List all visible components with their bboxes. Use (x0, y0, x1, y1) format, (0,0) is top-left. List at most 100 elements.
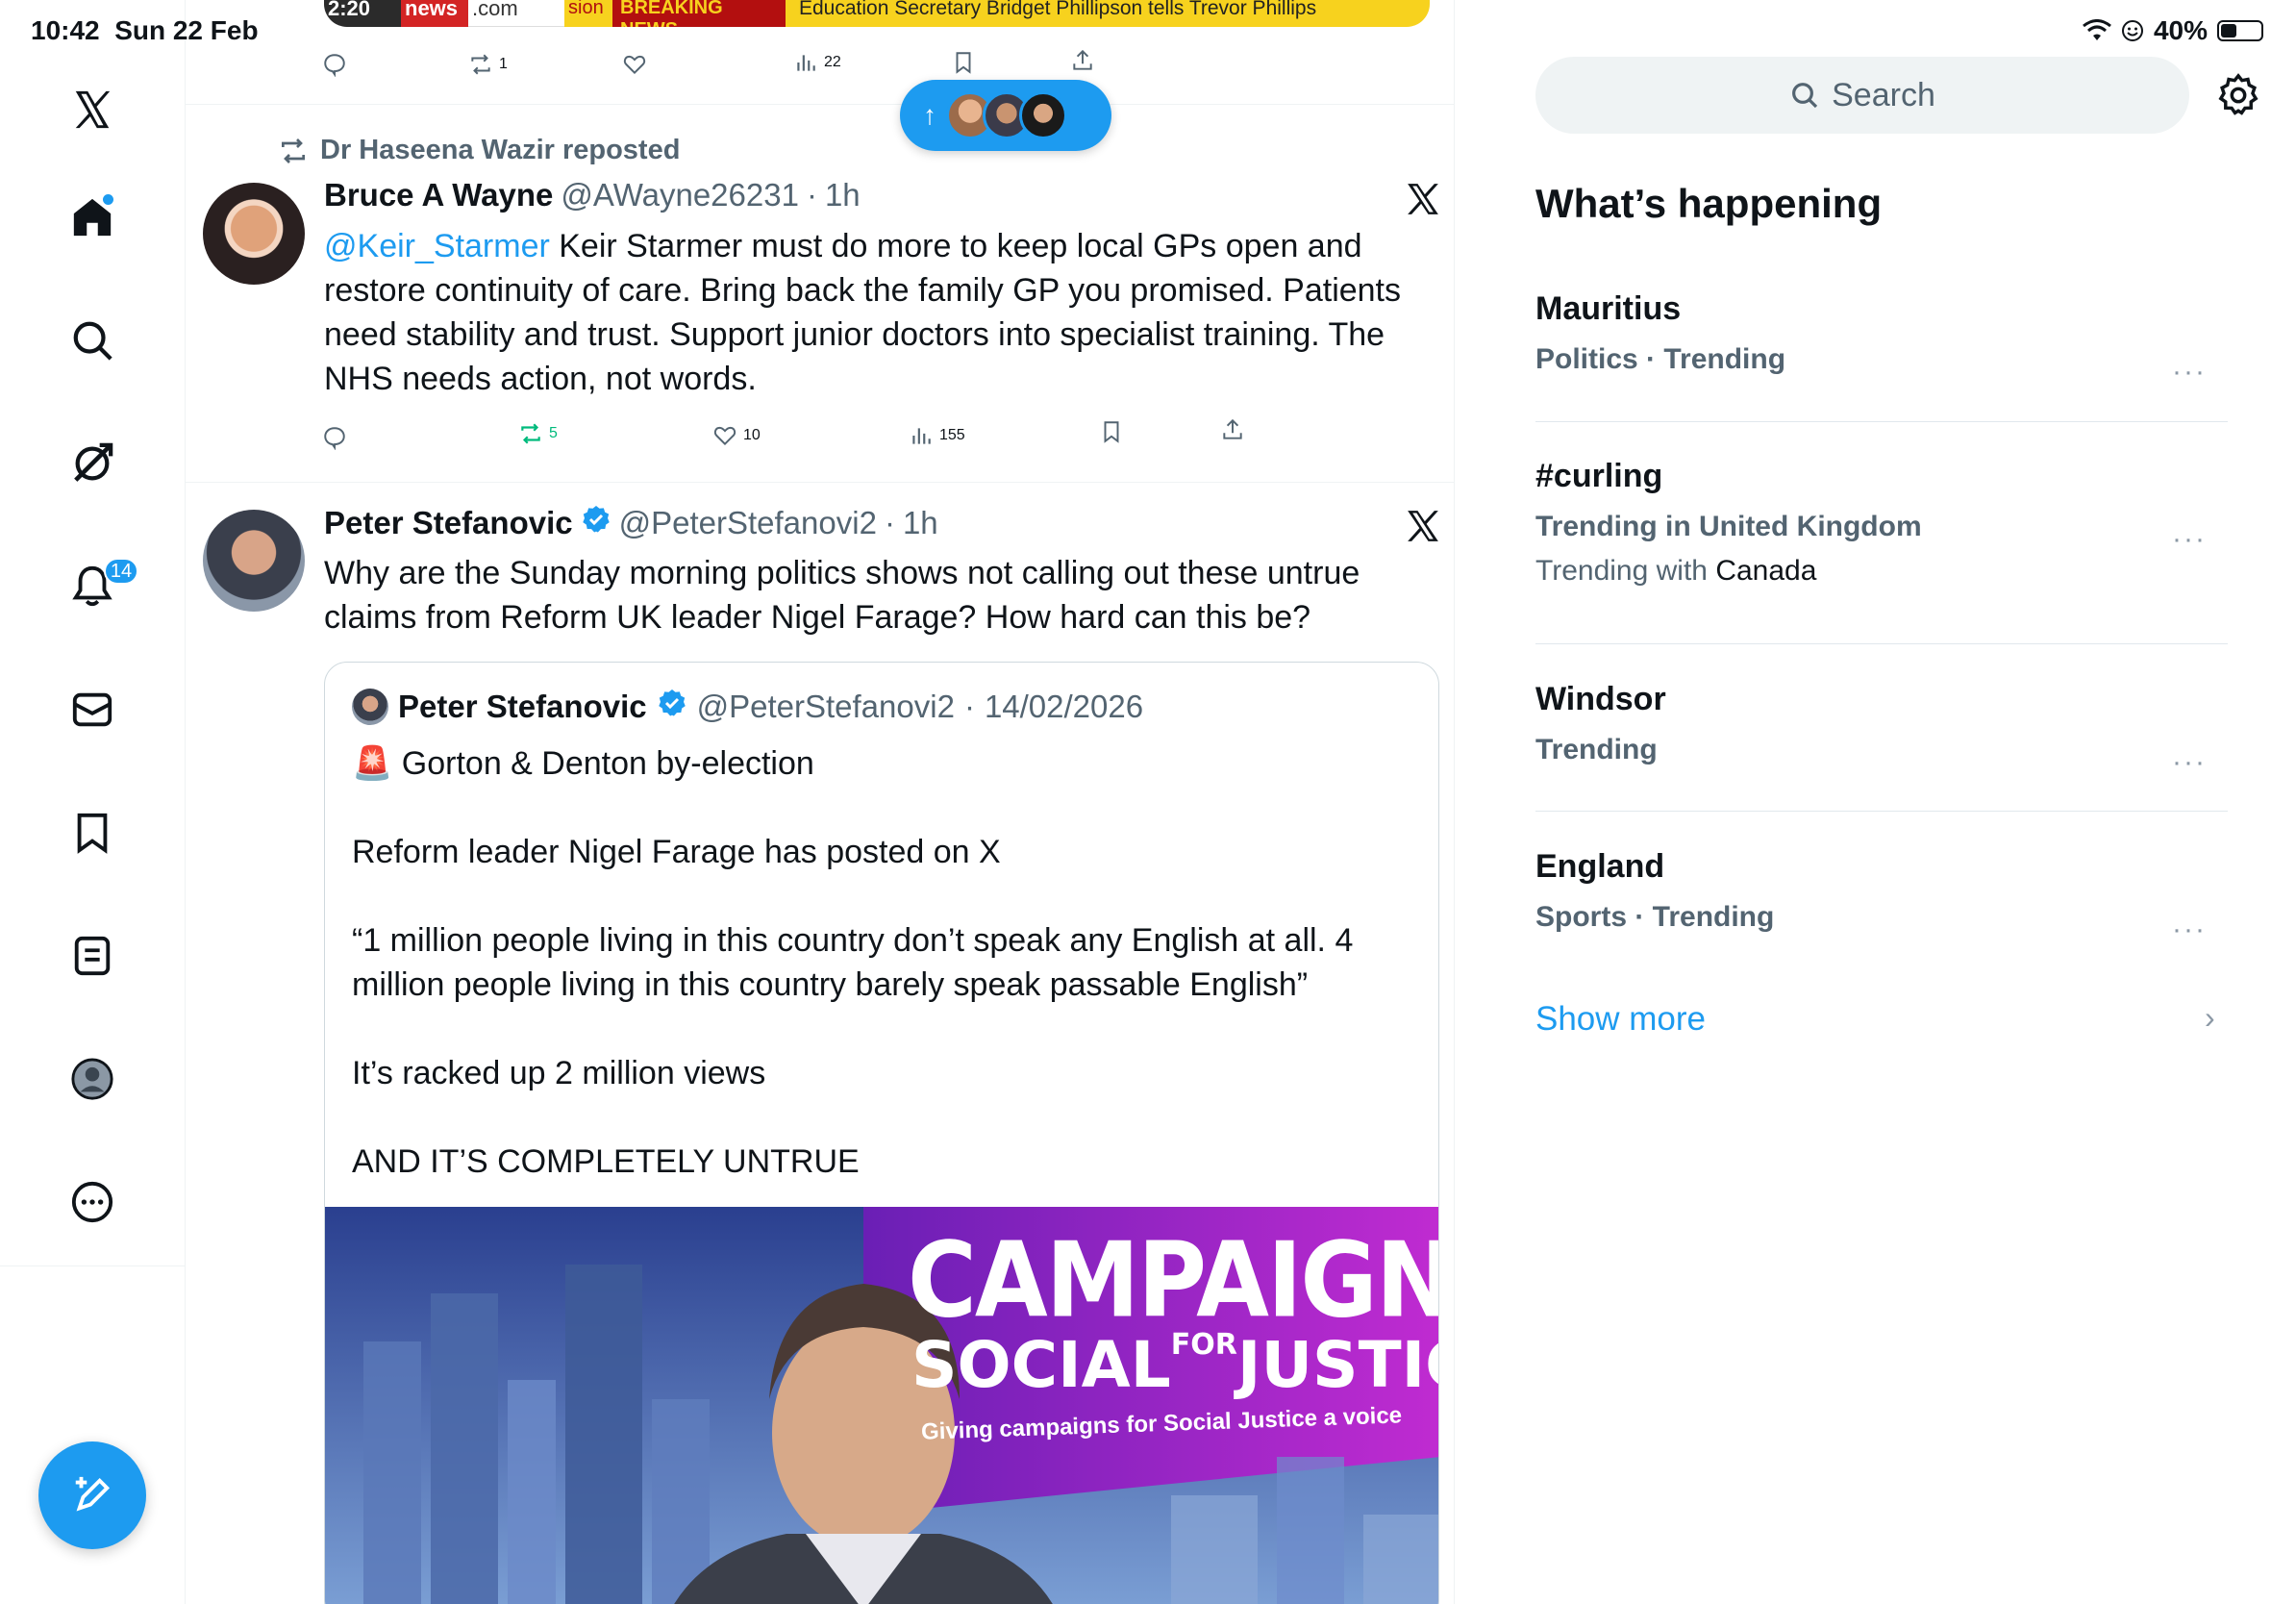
repost-icon (521, 423, 540, 444)
quote-author-name: Peter Stefanovic (398, 689, 647, 724)
share-button[interactable] (1220, 417, 1245, 442)
battery-percent: 40% (2153, 15, 2208, 45)
x-logo-icon (1408, 511, 1438, 541)
repost-attribution[interactable]: Dr Haseena Wazir reposted (278, 135, 680, 166)
quote-line: Reform leader Nigel Farage has posted on… (352, 834, 1001, 870)
search-input[interactable]: Search (1535, 57, 2189, 134)
verified-badge-icon (657, 688, 687, 726)
home-icon[interactable] (63, 188, 121, 246)
focus-smiley-icon (2121, 20, 2143, 41)
tweet-text: Why are the Sunday morning politics show… (324, 555, 1360, 636)
like-count: 10 (743, 427, 761, 443)
more-options-icon[interactable] (63, 1173, 121, 1231)
trend-with: Trending with Canada (1535, 555, 1817, 587)
quote-video-thumbnail[interactable]: CAMPAIGN SOCIALFORJUSTICE Giving campaig… (325, 1207, 1438, 1604)
lists-icon[interactable] (63, 927, 121, 985)
trend-more-options-icon[interactable]: ··· (2172, 746, 2207, 779)
trend-item[interactable]: Mauritius Politics · Trending ··· (1535, 290, 2228, 388)
trend-item[interactable]: #curling Trending in United Kingdom Tren… (1535, 458, 2228, 588)
quote-line: AND IT’S COMPLETELY UNTRUE (352, 1143, 860, 1180)
trend-meta: Trending (1535, 734, 1658, 765)
reply-button[interactable] (322, 425, 347, 450)
reply-icon (324, 427, 345, 450)
notifications-badge: 14 (104, 558, 138, 585)
trend-name: England (1535, 848, 1665, 885)
avatar (352, 689, 388, 725)
x-logo-icon (1408, 184, 1438, 214)
quote-body: 🚨 Gorton & Denton by-election Reform lea… (352, 741, 1419, 1228)
dot-separator: · (963, 689, 975, 724)
tweet-time[interactable]: 1h (825, 177, 861, 213)
mention-link[interactable]: @Keir_Starmer (324, 228, 550, 264)
tweet-divider (186, 104, 1454, 105)
dot-separator: · (806, 177, 817, 213)
avatar (1019, 91, 1067, 139)
author-name[interactable]: Bruce A Wayne (324, 177, 553, 213)
right-sidebar: Search What’s happening Mauritius Politi… (1455, 0, 2296, 1604)
status-time: 10:42 Sun 22 Feb (31, 15, 259, 45)
quoted-tweet-card[interactable]: Peter Stefanovic @PeterStefanovi2 · 14/0… (324, 662, 1439, 1604)
timeline-feed[interactable]: 2:20 news .com sion BREAKING NEWS Educat… (186, 0, 1455, 1604)
repost-icon (282, 138, 305, 163)
tweet-body: @Keir_Starmer Keir Starmer must do more … (324, 224, 1439, 401)
bookmark-icon (1104, 421, 1119, 443)
quote-line: 🚨 Gorton & Denton by-election (352, 745, 814, 782)
quote-header: Peter Stefanovic @PeterStefanovi2 · 14/0… (352, 688, 1143, 726)
campaign-subtitle: SOCIALFORJUSTICE (911, 1328, 1438, 1402)
search-icon[interactable] (63, 312, 121, 369)
repost-count: 5 (549, 425, 558, 441)
grok-icon[interactable] (63, 435, 121, 492)
quote-author-handle: @PeterStefanovi2 (696, 689, 955, 724)
search-icon (1792, 83, 1818, 109)
bookmarks-icon[interactable] (63, 804, 121, 862)
search-placeholder: Search (1832, 76, 1935, 113)
author-handle[interactable]: @PeterStefanovi2 (619, 505, 877, 541)
quote-line: “1 million people living in this country… (352, 922, 1354, 1003)
trend-more-options-icon[interactable]: ··· (2172, 356, 2207, 388)
profile-icon[interactable] (63, 1050, 121, 1108)
quote-date: 14/02/2026 (984, 689, 1144, 724)
trend-name: Mauritius (1535, 290, 1682, 327)
repost-by-label: Dr Haseena Wazir reposted (320, 135, 681, 165)
bookmark-button[interactable] (1099, 419, 1124, 444)
author-handle[interactable]: @AWayne26231 (561, 177, 799, 213)
avatar[interactable] (203, 510, 305, 612)
tweet-header: Peter Stefanovic @PeterStefanovi2 · 1h (324, 504, 938, 542)
views-chart-icon (912, 428, 931, 444)
repost-count: 1 (499, 56, 508, 72)
trend-meta: Politics · Trending (1535, 343, 1786, 375)
views-button[interactable]: 155 (909, 423, 965, 448)
show-more-link[interactable]: Show more (1535, 1000, 1706, 1039)
author-name[interactable]: Peter Stefanovic (324, 505, 573, 541)
status-bar: 10:42 Sun 22 Feb 40% (0, 0, 2296, 58)
heart-icon (713, 426, 736, 446)
trend-name: Windsor (1535, 681, 1666, 717)
trend-item[interactable]: Windsor Trending ··· (1535, 681, 2228, 778)
unread-dot (103, 194, 113, 205)
x-logo-icon[interactable] (63, 81, 121, 138)
gear-icon[interactable] (2216, 73, 2260, 117)
battery-icon (2217, 20, 2263, 41)
trend-divider (1535, 421, 2228, 422)
avatar[interactable] (203, 183, 305, 285)
status-indicators: 40% (2083, 15, 2263, 46)
like-button[interactable]: 10 (712, 423, 761, 448)
quote-line: It’s racked up 2 million views (352, 1055, 766, 1091)
compose-post-button[interactable] (38, 1441, 146, 1549)
messages-icon[interactable] (63, 681, 121, 739)
notifications-bell-icon[interactable]: 14 (63, 558, 138, 615)
view-count: 155 (939, 427, 965, 443)
trend-divider (1535, 643, 2228, 644)
chevron-right-icon: › (2205, 1000, 2215, 1035)
trend-meta: Sports · Trending (1535, 901, 1775, 933)
tweet-time[interactable]: 1h (903, 505, 938, 541)
left-nav: 14 (0, 0, 186, 1604)
new-posts-pill[interactable]: ↑ (900, 80, 1111, 151)
trend-divider (1535, 811, 2228, 812)
trend-item[interactable]: England Sports · Trending ··· (1535, 848, 2228, 945)
repost-button[interactable]: 5 (518, 421, 558, 446)
wifi-icon (2083, 19, 2111, 40)
trend-more-options-icon[interactable]: ··· (2172, 523, 2207, 556)
tweet-divider (186, 482, 1454, 483)
trend-more-options-icon[interactable]: ··· (2172, 914, 2207, 946)
